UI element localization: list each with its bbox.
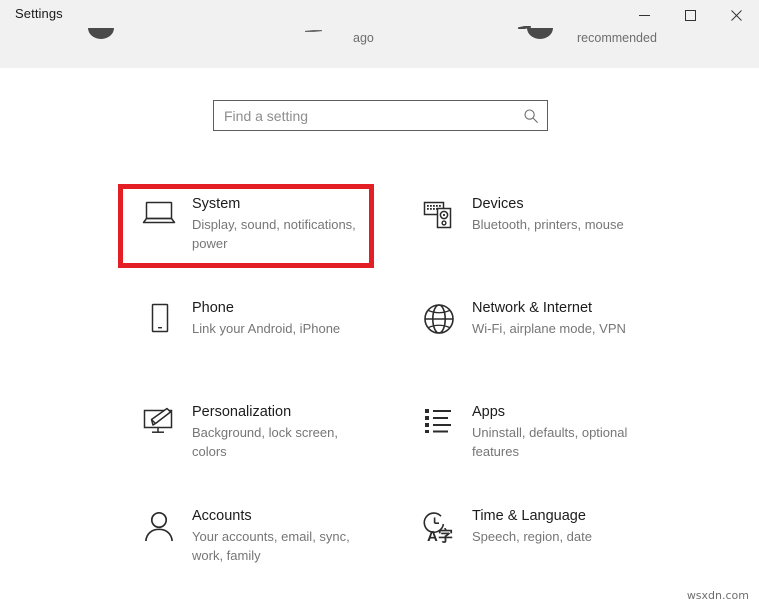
column-gap — [394, 288, 406, 392]
tile-title: Devices — [472, 196, 524, 212]
tile-text: Accounts Your accounts, email, sync, wor… — [192, 506, 372, 566]
clipped-text-recommended: recommended — [577, 32, 657, 45]
settings-row: Accounts Your accounts, email, sync, wor… — [126, 496, 686, 600]
tile-text: Network & Internet Wi-Fi, airplane mode,… — [472, 298, 626, 339]
svg-text:A: A — [427, 528, 438, 544]
tile-subtitle: Uninstall, defaults, optional features — [472, 425, 628, 459]
search-input[interactable] — [214, 101, 515, 130]
clipped-icon-fragment-middle — [305, 30, 322, 32]
tile-subtitle: Link your Android, iPhone — [192, 321, 341, 337]
watermark: wsxdn.com — [686, 589, 749, 602]
settings-tile-personalization[interactable]: Personalization Background, lock screen,… — [126, 392, 394, 496]
search-icon[interactable] — [515, 108, 547, 124]
clipped-text-ago: ago — [353, 32, 374, 45]
window-controls — [621, 0, 759, 30]
tile-text: System Display, sound, notifications, po… — [192, 194, 372, 254]
settings-row: Personalization Background, lock screen,… — [126, 392, 686, 496]
settings-tile-accounts[interactable]: Accounts Your accounts, email, sync, wor… — [126, 496, 394, 600]
apps-list-icon — [406, 402, 472, 434]
tile-title: Apps — [472, 404, 506, 420]
tile-title: Time & Language — [472, 508, 586, 524]
person-icon — [126, 506, 192, 544]
phone-icon — [126, 298, 192, 336]
column-gap — [394, 496, 406, 600]
settings-row: Phone Link your Android, iPhone Network … — [126, 288, 686, 392]
column-gap — [394, 184, 406, 288]
settings-grid: System Display, sound, notifications, po… — [126, 184, 686, 600]
tile-subtitle: Wi-Fi, airplane mode, VPN — [472, 321, 626, 337]
tile-subtitle: Speech, region, date — [472, 529, 592, 545]
tile-subtitle: Background, lock screen, colors — [192, 425, 338, 459]
tile-title: Personalization — [192, 404, 292, 420]
clipped-icon-fragment-left — [88, 28, 114, 39]
laptop-icon — [126, 194, 192, 228]
column-gap — [394, 392, 406, 496]
settings-tile-devices[interactable]: Devices Bluetooth, printers, mouse — [406, 184, 674, 288]
maximize-button[interactable] — [667, 0, 713, 30]
tile-text: Phone Link your Android, iPhone — [192, 298, 340, 339]
tile-subtitle: Bluetooth, printers, mouse — [472, 217, 624, 233]
personalization-icon — [126, 402, 192, 438]
settings-tile-system[interactable]: System Display, sound, notifications, po… — [126, 184, 394, 288]
tile-text: Time & Language Speech, region, date — [472, 506, 592, 547]
tile-subtitle: Display, sound, notifications, power — [192, 217, 356, 251]
settings-row: System Display, sound, notifications, po… — [126, 184, 686, 288]
tile-title: System — [192, 196, 241, 212]
settings-tile-time-language[interactable]: A 字 Time & Language Speech, region, date — [406, 496, 674, 600]
tile-title: Phone — [192, 300, 234, 316]
tile-text: Apps Uninstall, defaults, optional featu… — [472, 402, 652, 462]
time-language-icon: A 字 — [406, 506, 472, 544]
title-bar: Settings ago recommended — [0, 0, 759, 68]
devices-icon — [406, 194, 472, 230]
tile-text: Devices Bluetooth, printers, mouse — [472, 194, 624, 235]
clipped-icon-fragment-right — [527, 28, 553, 39]
globe-icon — [406, 298, 472, 336]
tile-title: Accounts — [192, 508, 252, 524]
window-title: Settings — [15, 6, 63, 21]
minimize-button[interactable] — [621, 0, 667, 30]
settings-tile-phone[interactable]: Phone Link your Android, iPhone — [126, 288, 394, 392]
tile-subtitle: Your accounts, email, sync, work, family — [192, 529, 350, 563]
search-box[interactable] — [213, 100, 548, 131]
svg-text:字: 字 — [438, 527, 453, 544]
close-button[interactable] — [713, 0, 759, 30]
tile-title: Network & Internet — [472, 300, 593, 316]
tile-text: Personalization Background, lock screen,… — [192, 402, 372, 462]
settings-tile-apps[interactable]: Apps Uninstall, defaults, optional featu… — [406, 392, 674, 496]
settings-tile-network-internet[interactable]: Network & Internet Wi-Fi, airplane mode,… — [406, 288, 674, 392]
